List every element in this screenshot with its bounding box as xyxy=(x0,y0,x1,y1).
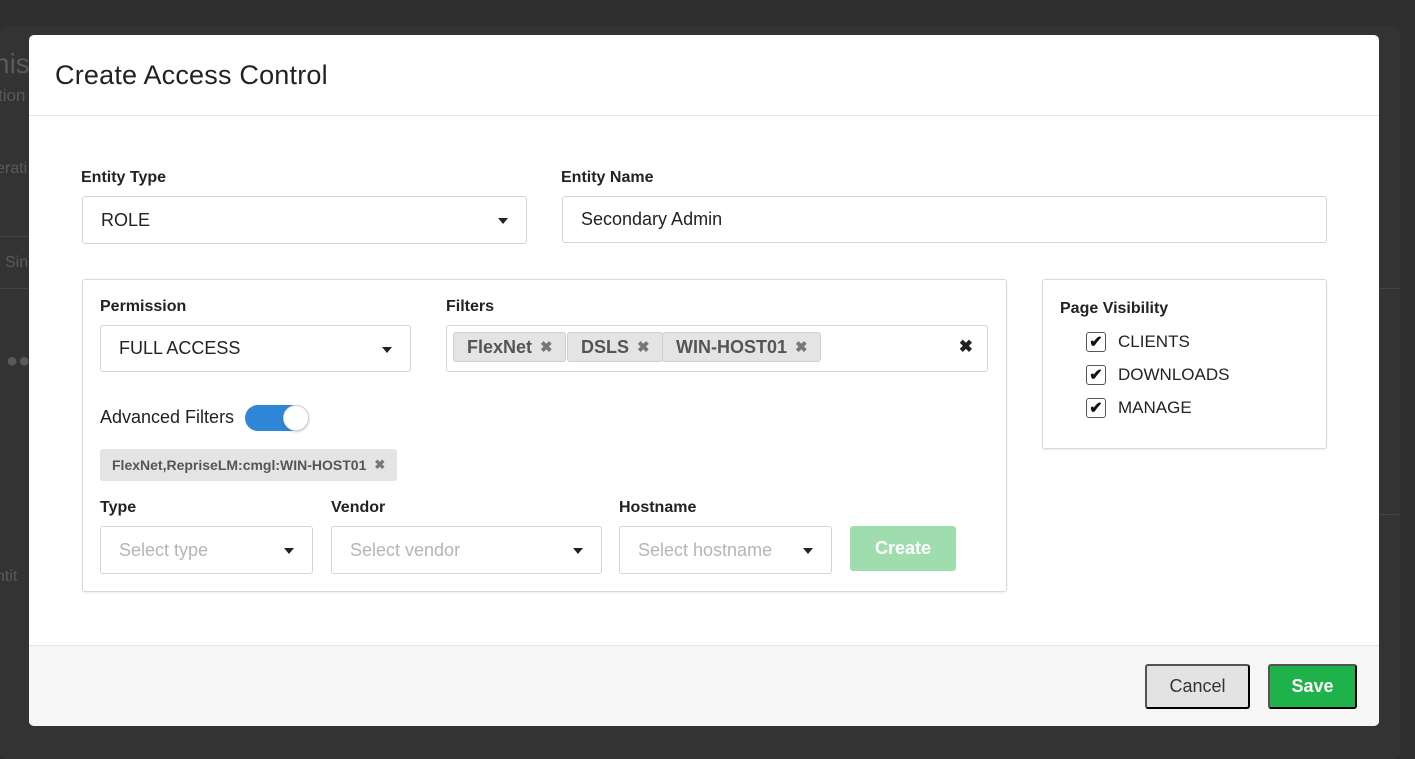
background-text: tion xyxy=(0,86,26,105)
entity-name-label: Entity Name xyxy=(561,169,654,186)
hostname-placeholder: Select hostname xyxy=(638,539,773,560)
advanced-filter-chip: FlexNet,RepriseLM:cmgl:WIN-HOST01 ✖ xyxy=(100,449,398,481)
remove-tag-icon[interactable]: ✖ xyxy=(637,338,650,356)
caret-down-icon xyxy=(382,346,392,353)
filter-tag-label: WIN-HOST01 xyxy=(676,336,788,357)
modal-header: Create Access Control xyxy=(29,35,1379,116)
filters-label: Filters xyxy=(446,298,495,315)
background-divider xyxy=(1379,288,1399,289)
entity-name-value: Secondary Admin xyxy=(581,209,723,229)
type-placeholder: Select type xyxy=(119,539,209,560)
hostname-label: Hostname xyxy=(619,499,697,516)
visibility-manage-row[interactable]: ✔ MANAGE xyxy=(1086,398,1192,418)
filter-tag: FlexNet ✖ xyxy=(453,332,566,362)
vendor-placeholder: Select vendor xyxy=(350,539,461,560)
filter-tag: WIN-HOST01 ✖ xyxy=(662,332,821,362)
advanced-filters-label: Advanced Filters xyxy=(100,407,235,427)
checkbox-label: CLIENTS xyxy=(1118,332,1190,351)
checkbox-manage[interactable]: ✔ xyxy=(1086,398,1106,418)
entity-type-label: Entity Type xyxy=(81,169,167,186)
create-access-control-dialog: Create Access Control Entity Type ROLE E… xyxy=(29,35,1379,726)
clear-all-icon[interactable]: ✖ xyxy=(959,337,973,357)
users-icon: ●● xyxy=(6,350,31,372)
visibility-downloads-row[interactable]: ✔ DOWNLOADS xyxy=(1086,365,1229,385)
background-text: erati xyxy=(0,160,28,177)
visibility-clients-row[interactable]: ✔ CLIENTS xyxy=(1086,332,1190,352)
caret-down-icon xyxy=(498,218,508,224)
toggle-knob xyxy=(283,405,309,431)
modal-footer: Cancel Save xyxy=(29,645,1379,726)
advanced-filter-chip-label: FlexNet,RepriseLM:cmgl:WIN-HOST01 xyxy=(112,457,367,473)
background-divider xyxy=(1379,514,1399,515)
modal-title: Create Access Control xyxy=(55,59,328,90)
checkbox-clients[interactable]: ✔ xyxy=(1086,332,1106,352)
background-divider xyxy=(0,236,29,237)
background-text: Sin xyxy=(5,254,29,271)
permission-select[interactable]: FULL ACCESS xyxy=(100,325,411,372)
remove-tag-icon[interactable]: ✖ xyxy=(795,338,808,356)
type-select[interactable]: Select type xyxy=(100,526,313,574)
entity-type-select[interactable]: ROLE xyxy=(82,196,527,244)
caret-down-icon xyxy=(573,548,583,554)
entity-type-value: ROLE xyxy=(101,209,151,230)
checkbox-label: MANAGE xyxy=(1118,398,1192,417)
hostname-select[interactable]: Select hostname xyxy=(619,526,832,574)
type-label: Type xyxy=(100,499,137,516)
background-divider xyxy=(0,288,29,289)
vendor-select[interactable]: Select vendor xyxy=(331,526,602,574)
caret-down-icon xyxy=(803,548,813,554)
background-text: ntit xyxy=(0,568,18,585)
remove-tag-icon[interactable]: ✖ xyxy=(540,338,553,356)
cancel-button[interactable]: Cancel xyxy=(1145,664,1250,709)
vendor-label: Vendor xyxy=(331,499,386,516)
entity-name-input[interactable]: Secondary Admin xyxy=(562,196,1327,243)
page-visibility-label: Page Visibility xyxy=(1060,300,1169,317)
filter-tag: DSLS ✖ xyxy=(567,332,663,362)
checkbox-label: DOWNLOADS xyxy=(1118,365,1230,384)
caret-down-icon xyxy=(284,548,294,554)
save-button[interactable]: Save xyxy=(1268,664,1357,709)
permission-value: FULL ACCESS xyxy=(119,338,241,358)
permission-label: Permission xyxy=(100,298,187,315)
advanced-filters-toggle[interactable] xyxy=(245,405,309,431)
remove-chip-icon[interactable]: ✖ xyxy=(374,457,385,473)
checkbox-downloads[interactable]: ✔ xyxy=(1086,365,1106,385)
create-filter-button[interactable]: Create xyxy=(850,526,956,571)
filter-tag-label: DSLS xyxy=(581,336,630,357)
filter-tag-label: FlexNet xyxy=(467,336,533,357)
filters-multiselect[interactable]: FlexNet ✖ DSLS ✖ WIN-HOST01 ✖ ✖ xyxy=(446,325,988,372)
